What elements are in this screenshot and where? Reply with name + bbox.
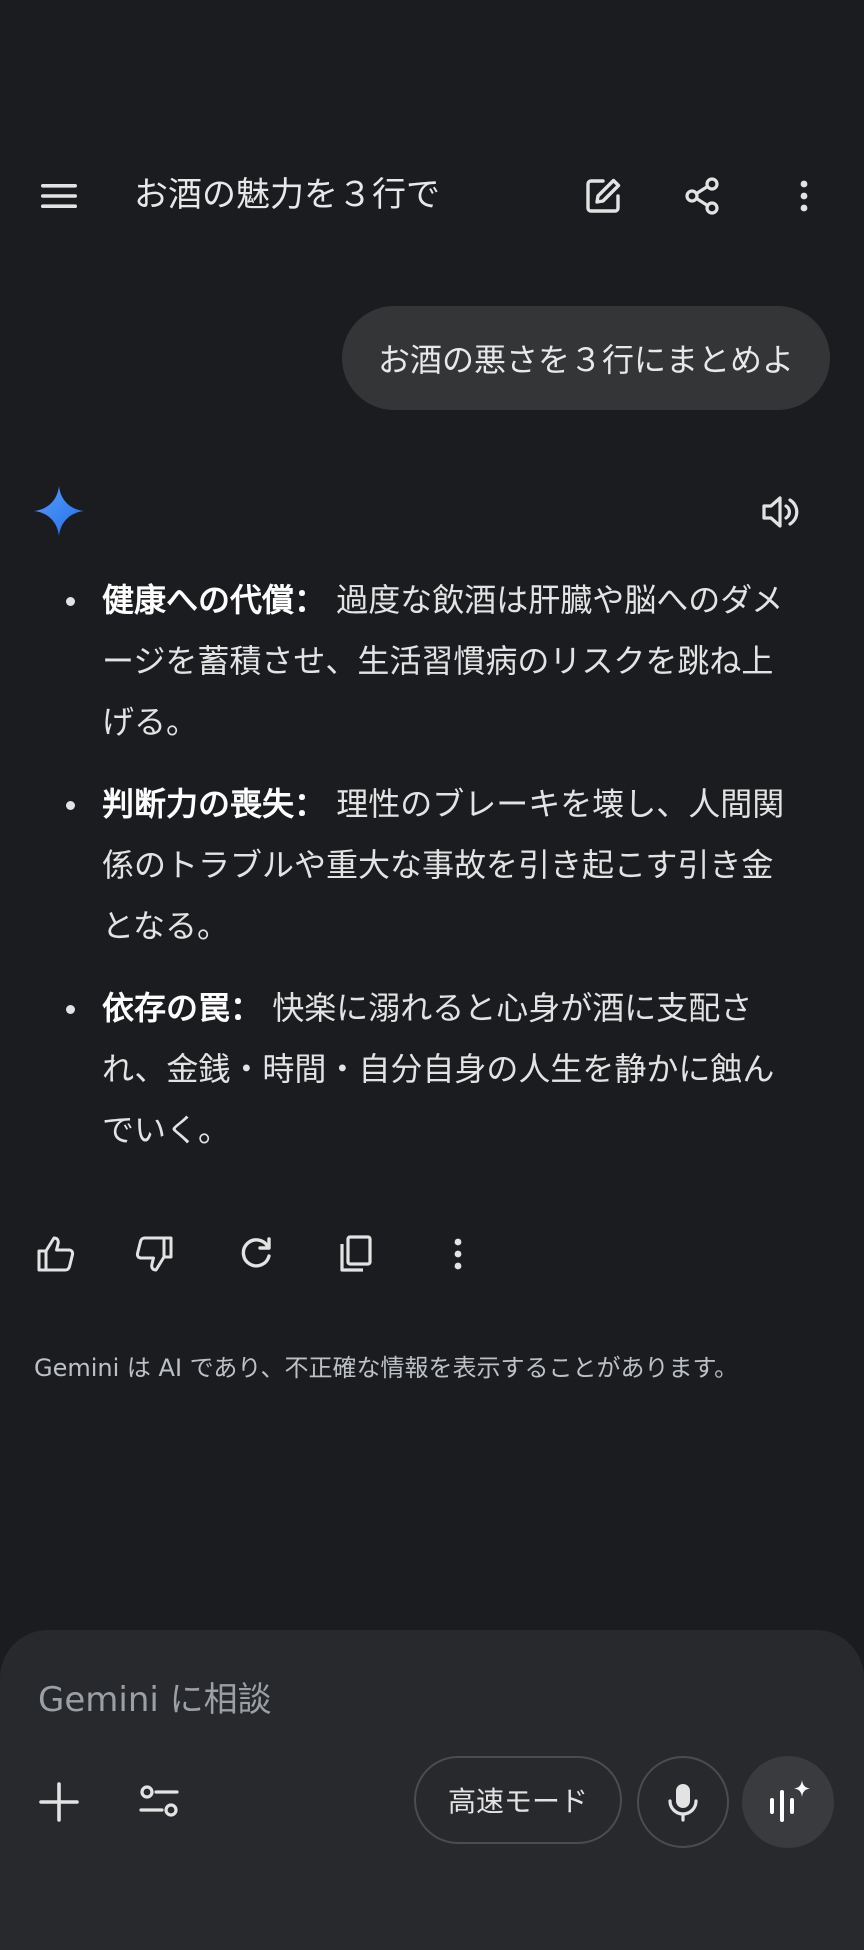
read-aloud-button[interactable]: [748, 480, 812, 544]
bullet: [66, 597, 75, 606]
new-chat-button[interactable]: [571, 164, 635, 228]
live-sparkle-icon: [770, 1780, 810, 1822]
tune-icon: [139, 1785, 179, 1817]
regenerate-icon: [241, 1237, 271, 1268]
disclaimer-text: Gemini は AI であり、不正確な情報を表示することがあります。: [34, 1354, 739, 1382]
item-heading: 依存の罠：: [102, 989, 263, 1027]
bullet: [66, 1005, 75, 1014]
more-vert-icon: [454, 1238, 462, 1270]
menu-button[interactable]: [27, 164, 91, 228]
microphone-button[interactable]: [637, 1756, 729, 1848]
item-text-line: 過度な飲酒は肝臓や脳へのダメ: [336, 581, 784, 619]
item-text-line: 快楽に溺れると心身が酒に支配さ: [272, 989, 753, 1027]
mode-label: 高速モード: [447, 1785, 588, 1818]
response-list: 健康への代償： 過度な飲酒は肝臓や脳へのダメ ージを蓄積させ、生活習慣病のリスク…: [54, 570, 824, 1182]
item-text-line: れ、金銭・時間・自分自身の人生を静かに蝕ん: [102, 1050, 775, 1088]
edit-icon: [586, 178, 621, 213]
thumbs-down-button[interactable]: [122, 1222, 186, 1286]
gemini-sparkle-icon: [34, 486, 84, 536]
item-heading: 判断力の喪失：: [102, 785, 327, 823]
user-message-text: お酒の悪さを３行にまとめよ: [377, 341, 794, 379]
response-item: 依存の罠： 快楽に溺れると心身が酒に支配さ れ、金銭・時間・自分自身の人生を静か…: [54, 978, 824, 1161]
mode-selector-button[interactable]: 高速モード: [414, 1756, 622, 1844]
chat-title: お酒の魅力を３行で: [134, 175, 440, 215]
response-item: 健康への代償： 過度な飲酒は肝臓や脳へのダメ ージを蓄積させ、生活習慣病のリスク…: [54, 570, 824, 753]
share-icon: [685, 177, 719, 215]
copy-button[interactable]: [324, 1222, 388, 1286]
thumbs-up-icon: [37, 1236, 75, 1272]
tools-button[interactable]: [127, 1770, 191, 1834]
plus-icon: [39, 1782, 79, 1822]
menu-icon: [41, 184, 77, 208]
thumbs-up-button[interactable]: [24, 1222, 88, 1286]
item-text-line: 係のトラブルや重大な事故を引き起こす引き金: [102, 846, 774, 884]
regenerate-button[interactable]: [224, 1222, 288, 1286]
more-options-button[interactable]: [772, 164, 836, 228]
item-text-line: 理性のブレーキを壊し、人間関: [336, 785, 785, 823]
add-button[interactable]: [27, 1770, 91, 1834]
item-text-line: げる。: [102, 703, 199, 741]
item-text-line: となる。: [102, 907, 230, 945]
response-more-button[interactable]: [426, 1222, 490, 1286]
share-button[interactable]: [670, 164, 734, 228]
live-mode-button[interactable]: [742, 1756, 834, 1848]
speaker-icon: [762, 496, 799, 528]
thumbs-down-icon: [135, 1236, 173, 1272]
response-item: 判断力の喪失： 理性のブレーキを壊し、人間関 係のトラブルや重大な事故を引き起こ…: [54, 774, 824, 957]
item-heading: 健康への代償：: [102, 581, 327, 619]
user-message-bubble: お酒の悪さを３行にまとめよ: [341, 306, 830, 410]
more-vert-icon: [800, 180, 808, 212]
item-text-line: でいく。: [102, 1111, 231, 1149]
copy-icon: [340, 1235, 372, 1272]
prompt-input[interactable]: Gemini に相談: [38, 1672, 272, 1721]
bullet: [66, 801, 75, 810]
item-text-line: ージを蓄積させ、生活習慣病のリスクを跳ね上: [102, 642, 774, 680]
microphone-icon: [668, 1784, 698, 1822]
